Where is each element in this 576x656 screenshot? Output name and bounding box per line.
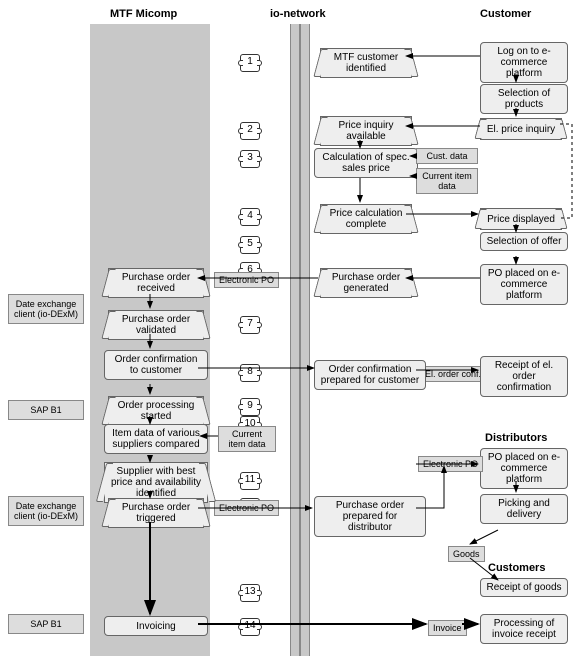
- side-dexm1: Date exchange client (io-DExM): [8, 294, 84, 324]
- step-11: 11: [240, 472, 260, 490]
- mtf-compare: Item data of various suppliers compared: [104, 424, 208, 454]
- io-pogen: Purchase order generated: [320, 268, 412, 298]
- step-8: 8: [240, 364, 260, 382]
- step-9: 9: [240, 398, 260, 416]
- mtf-porec: Purchase order received: [108, 268, 204, 298]
- step-2: 2: [240, 122, 260, 140]
- cust-elprice: El. price inquiry: [480, 118, 562, 140]
- cust-receipt: Receipt of el. order confirmation: [480, 356, 568, 397]
- mtf-procstart: Order processing started: [108, 396, 204, 426]
- chip-custdata: Cust. data: [416, 148, 478, 164]
- cust-displayed: Price displayed: [480, 208, 562, 230]
- side-sap1: SAP B1: [8, 400, 84, 420]
- cust-select: Selection of products: [480, 84, 568, 114]
- lane-io-bg: [290, 24, 300, 656]
- step-4: 4: [240, 208, 260, 226]
- header-customer: Customer: [480, 8, 531, 20]
- chip-epo3: Electronic PO: [418, 456, 483, 472]
- lane-io-bg2: [300, 24, 310, 656]
- cust-seloffer: Selection of offer: [480, 232, 568, 251]
- chip-elconf: El. order conf.: [420, 366, 486, 382]
- customers-label: Customers: [488, 562, 545, 574]
- cust-recgoods: Receipt of goods: [480, 578, 568, 597]
- io-inquiry: Price inquiry available: [320, 116, 412, 146]
- step-3: 3: [240, 150, 260, 168]
- cust-poplaced: PO placed on e-commerce platform: [480, 264, 568, 305]
- dist-po: PO placed on e-commerce platform: [480, 448, 568, 489]
- chip-epo1: Electronic PO: [214, 272, 279, 288]
- header-mtf: MTF Micomp: [110, 8, 177, 20]
- dist-picking: Picking and delivery: [480, 494, 568, 524]
- step-7: 7: [240, 316, 260, 334]
- io-complete: Price calculation complete: [320, 204, 412, 234]
- lane-mtf-bg: [90, 24, 210, 656]
- mtf-bestsup: Supplier with best price and availabilit…: [104, 462, 208, 503]
- chip-invoice: Invoice: [428, 620, 467, 636]
- mtf-potrig: Purchase order triggered: [108, 498, 204, 528]
- chip-itemdata: Current item data: [416, 168, 478, 194]
- step-14: 14: [240, 618, 260, 636]
- cust-logon: Log on to e-commerce platform: [480, 42, 568, 83]
- io-confprep: Order confirmation prepared for customer: [314, 360, 426, 390]
- side-dexm2: Date exchange client (io-DExM): [8, 496, 84, 526]
- step-5: 5: [240, 236, 260, 254]
- chip-epo2: Electronic PO: [214, 500, 279, 516]
- io-identified: MTF customer identified: [320, 48, 412, 78]
- mtf-poval: Purchase order validated: [108, 310, 204, 340]
- chip-goods: Goods: [448, 546, 485, 562]
- header-io: io-network: [270, 8, 326, 20]
- chip-curitem: Current item data: [218, 426, 276, 452]
- io-podist: Purchase order prepared for distributor: [314, 496, 426, 537]
- side-sap2: SAP B1: [8, 614, 84, 634]
- io-calc: Calculation of spec. sales price: [314, 148, 418, 178]
- mtf-invoice: Invoicing: [104, 616, 208, 636]
- mtf-conf: Order confirmation to customer: [104, 350, 208, 380]
- distributors-label: Distributors: [485, 432, 547, 444]
- step-1: 1: [240, 54, 260, 72]
- cust-procinv: Processing of invoice receipt: [480, 614, 568, 644]
- step-13: 13: [240, 584, 260, 602]
